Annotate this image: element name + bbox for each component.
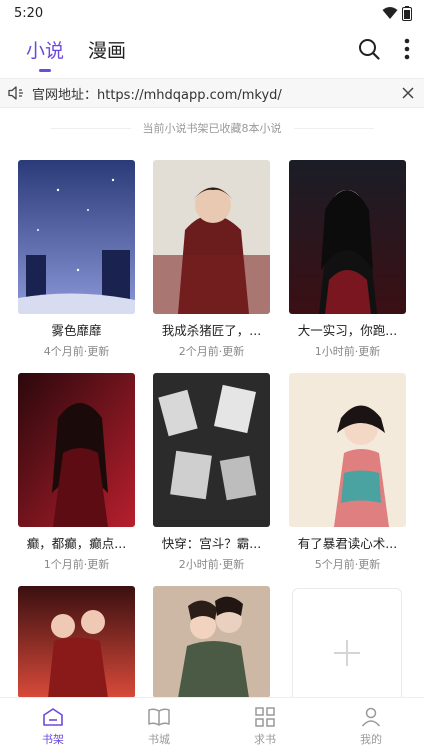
top-tabs: 小说 漫画 — [26, 36, 358, 72]
status-time: 5:20 — [14, 5, 44, 21]
book-update-time: 4个月前·更新 — [43, 345, 110, 358]
bookshelf-icon — [43, 707, 63, 726]
book-card[interactable]: 有了暴君读心术... 5个月前·更新 — [289, 373, 406, 572]
nav-label: 书架 — [42, 732, 64, 746]
book-cover — [153, 586, 270, 698]
book-title: 癫，都癫，癫点... — [26, 536, 127, 551]
shelf-count-text: 当前小说书架已收藏8本小说 — [142, 122, 282, 135]
top-bar: 小说 漫画 — [0, 26, 424, 72]
book-update-time: 5个月前·更新 — [314, 558, 381, 571]
grid-icon — [255, 706, 275, 727]
nav-label: 求书 — [254, 732, 276, 746]
book-cover — [153, 373, 270, 527]
notice-text[interactable]: 官网地址：https://mhdqapp.com/mkyd/ — [32, 84, 402, 103]
notice-bar: 官网地址：https://mhdqapp.com/mkyd/ — [0, 78, 424, 108]
book-title: 有了暴君读心术... — [297, 536, 398, 551]
nav-bookshelf[interactable]: 书架 — [0, 698, 106, 755]
speaker-icon — [8, 86, 23, 100]
book-update-time: 1小时前·更新 — [314, 345, 381, 358]
book-open-icon — [148, 707, 170, 726]
book-cover — [289, 160, 406, 314]
book-card[interactable]: 雾色靡靡 4个月前·更新 — [18, 160, 135, 359]
nav-label: 书城 — [148, 732, 170, 746]
book-update-time: 1个月前·更新 — [43, 558, 110, 571]
book-card[interactable]: 大一实习，你跑... 1小时前·更新 — [289, 160, 406, 359]
book-update-time: 2个月前·更新 — [178, 345, 245, 358]
nav-label: 我的 — [360, 732, 382, 746]
status-bar: 5:20 — [0, 0, 424, 26]
book-card[interactable]: 癫，都癫，癫点... 1个月前·更新 — [18, 373, 135, 572]
more-icon[interactable] — [404, 38, 410, 60]
wifi-icon — [382, 7, 398, 19]
book-title: 我成杀猪匠了，... — [161, 323, 262, 338]
user-icon — [361, 707, 381, 727]
shelf-info: 当前小说书架已收藏8本小说 — [0, 108, 424, 148]
tab-comic[interactable]: 漫画 — [88, 36, 126, 63]
book-card[interactable]: 我成杀猪匠了，... 2个月前·更新 — [153, 160, 270, 359]
plus-icon — [334, 640, 360, 666]
book-cover — [18, 160, 135, 314]
book-cover — [153, 160, 270, 314]
nav-bookstore[interactable]: 书城 — [106, 698, 212, 755]
book-title: 大一实习，你跑... — [297, 323, 398, 338]
tab-novel[interactable]: 小说 — [26, 36, 64, 72]
nav-request[interactable]: 求书 — [212, 698, 318, 755]
book-update-time: 2小时前·更新 — [178, 558, 245, 571]
battery-icon — [402, 5, 412, 21]
close-icon[interactable] — [402, 87, 414, 99]
bottom-nav: 书架 书城 求书 我的 — [0, 697, 424, 755]
book-card[interactable] — [153, 586, 270, 698]
book-cover — [18, 586, 135, 698]
book-cover — [18, 373, 135, 527]
book-cover — [289, 373, 406, 527]
search-icon[interactable] — [358, 38, 380, 60]
book-title: 快穿：宫斗？霸... — [161, 536, 262, 551]
book-card[interactable]: 快穿：宫斗？霸... 2小时前·更新 — [153, 373, 270, 572]
book-title: 雾色靡靡 — [51, 323, 102, 338]
nav-mine[interactable]: 我的 — [318, 698, 424, 755]
book-card[interactable] — [18, 586, 135, 698]
